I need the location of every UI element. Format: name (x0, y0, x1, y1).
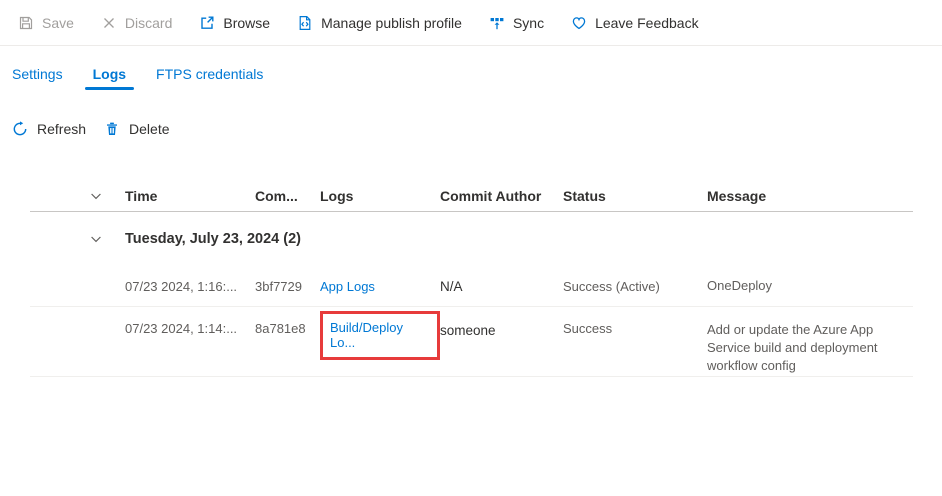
refresh-button[interactable]: Refresh (12, 121, 86, 137)
discard-button[interactable]: Discard (101, 15, 172, 31)
save-button[interactable]: Save (18, 15, 74, 31)
refresh-icon (13, 120, 27, 135)
delete-button[interactable]: Delete (104, 120, 170, 137)
cell-status: Success (Active) (563, 278, 660, 294)
tab-settings[interactable]: Settings (4, 46, 71, 90)
cell-time: 07/23 2024, 1:16:... (125, 278, 238, 294)
heart-icon (572, 16, 586, 29)
save-label: Save (42, 14, 74, 31)
tab-logs-label: Logs (92, 66, 127, 82)
browse-button[interactable]: Browse (199, 15, 270, 31)
delete-label: Delete (129, 120, 170, 137)
table-row[interactable]: 07/23 2024, 1:14:... 8a781e8 Build/Deplo… (30, 307, 913, 377)
deployment-center-logs-page: Save Discard Browse Manage publish profi… (0, 0, 942, 496)
group-collapse-toggle[interactable] (30, 231, 125, 247)
column-header-commit-author[interactable]: Commit Author (440, 188, 563, 204)
cell-commit: 8a781e8 (255, 321, 306, 336)
browse-icon (201, 16, 214, 29)
chevron-down-icon (91, 236, 101, 243)
logs-action-bar: Refresh Delete (0, 112, 942, 145)
column-header-time[interactable]: Time (125, 188, 255, 204)
cell-message: OneDeploy (707, 278, 773, 293)
cell-time: 07/23 2024, 1:14:... (125, 321, 238, 336)
leave-feedback-button[interactable]: Leave Feedback (571, 15, 699, 31)
refresh-label: Refresh (37, 120, 87, 137)
build-deploy-logs-link[interactable]: Build/Deploy Lo... (330, 320, 403, 350)
command-bar: Save Discard Browse Manage publish profi… (0, 0, 942, 46)
save-icon (19, 16, 33, 29)
collapse-all-toggle[interactable] (30, 188, 125, 204)
row-spacer (30, 307, 125, 321)
cell-commit-author: someone (440, 323, 496, 338)
column-header-status[interactable]: Status (563, 188, 707, 204)
sync-icon (490, 17, 504, 29)
table-row[interactable]: 07/23 2024, 1:16:... 3bf7729 App Logs N/… (30, 266, 913, 307)
discard-label: Discard (124, 14, 173, 31)
tab-ftps-label: FTPS credentials (156, 66, 264, 82)
cell-commit: 3bf7729 (255, 278, 302, 294)
chevron-down-icon (91, 193, 101, 199)
discard-icon (103, 17, 114, 28)
table-header-row: Time Com... Logs Commit Author Status Me… (30, 180, 913, 212)
app-logs-link[interactable]: App Logs (320, 279, 375, 294)
group-row: Tuesday, July 23, 2024 (2) (30, 212, 913, 266)
tab-logs[interactable]: Logs (84, 46, 135, 90)
deployment-logs-table: Time Com... Logs Commit Author Status Me… (30, 180, 913, 377)
column-header-logs[interactable]: Logs (320, 188, 440, 204)
publish-profile-icon (299, 15, 311, 30)
browse-label: Browse (223, 14, 271, 31)
leave-feedback-label: Leave Feedback (595, 14, 699, 31)
highlight-annotation-box: Build/Deploy Lo... (320, 311, 440, 360)
trash-icon (107, 122, 118, 135)
cell-logs: App Logs (320, 279, 440, 294)
cell-logs: Build/Deploy Lo... (320, 307, 440, 360)
tab-ftps-credentials[interactable]: FTPS credentials (148, 46, 271, 90)
column-header-message[interactable]: Message (707, 188, 913, 204)
manage-publish-profile-button[interactable]: Manage publish profile (297, 15, 462, 31)
tab-strip: Settings Logs FTPS credentials (0, 46, 942, 94)
cell-commit-author: N/A (440, 278, 463, 294)
sync-button[interactable]: Sync (489, 15, 544, 31)
tab-settings-label: Settings (12, 66, 63, 82)
cell-message: Add or update the Azure App Service buil… (707, 322, 878, 373)
column-header-commit[interactable]: Com... (255, 188, 320, 204)
sync-label: Sync (512, 14, 545, 31)
group-label: Tuesday, July 23, 2024 (2) (125, 231, 301, 247)
cell-status: Success (563, 321, 613, 336)
manage-publish-profile-label: Manage publish profile (321, 14, 462, 31)
